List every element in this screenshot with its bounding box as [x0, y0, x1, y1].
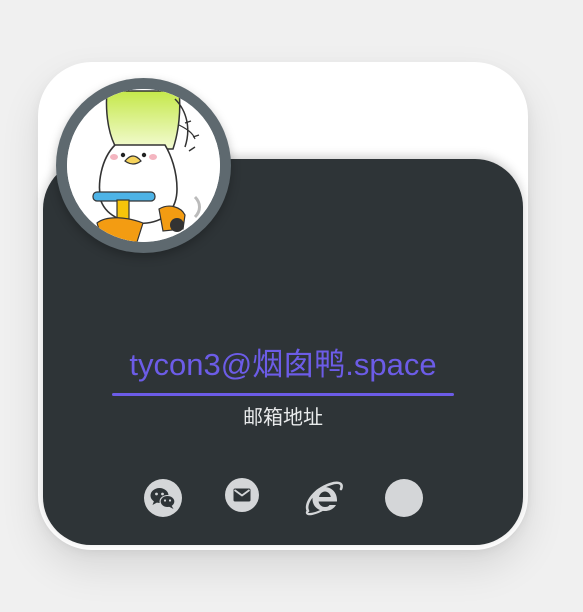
- email-underline: [112, 393, 454, 396]
- internet-explorer-icon[interactable]: [304, 478, 344, 518]
- email-link[interactable]: tycon3@烟囱鸭.space: [112, 345, 454, 385]
- profile-card-page: tycon3@烟囱鸭.space 邮箱地址: [0, 0, 583, 612]
- duck-avatar-image: [67, 89, 220, 242]
- wechat-icon[interactable]: [143, 478, 183, 518]
- blank-circle-icon[interactable]: [384, 478, 424, 518]
- avatar[interactable]: [56, 78, 231, 253]
- mail-icon[interactable]: [223, 476, 263, 516]
- email-caption: 邮箱地址: [243, 405, 323, 429]
